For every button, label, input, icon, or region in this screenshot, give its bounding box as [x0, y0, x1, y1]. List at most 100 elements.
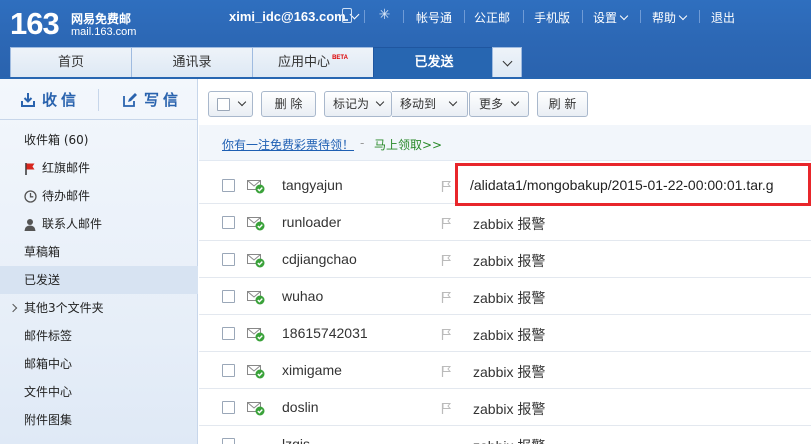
settings-label: 设置 — [593, 11, 618, 25]
folder-label: 联系人邮件 — [42, 217, 103, 231]
mail-sender: lzgjs — [282, 436, 311, 444]
row-checkbox[interactable] — [222, 438, 235, 444]
sent-mail-icon — [247, 254, 265, 268]
row-checkbox[interactable] — [222, 364, 235, 377]
mail-row[interactable]: lzgjs zabbix 报警 — [199, 426, 811, 444]
row-checkbox[interactable] — [222, 327, 235, 340]
flag-outline-icon[interactable] — [441, 180, 452, 192]
mail-row[interactable]: runloader zabbix 报警 — [199, 204, 811, 241]
tab-label: 应用中心 — [278, 55, 331, 70]
mail-row[interactable]: doslin zabbix 报警 — [199, 389, 811, 426]
chevron-down-icon — [678, 11, 688, 21]
tab-home[interactable]: 首页 — [10, 47, 132, 78]
mobile-phone-icon[interactable] — [342, 8, 352, 23]
flag-outline-icon[interactable] — [441, 402, 452, 414]
flag-outline-icon[interactable] — [441, 365, 452, 377]
claim-now-link[interactable]: 马上领取>> — [374, 136, 442, 153]
compose-button[interactable]: 写信 — [122, 89, 192, 111]
folder-label: 邮件标签 — [24, 329, 73, 343]
select-all-dropdown[interactable] — [208, 91, 253, 117]
mail-subject: zabbix 报警 — [473, 436, 545, 444]
sent-mail-icon — [247, 328, 265, 342]
mobile-version-link[interactable]: 手机版 — [534, 9, 570, 26]
mark-as-dropdown[interactable]: 标记为 — [324, 91, 392, 117]
folder-other[interactable]: 其他3个文件夹 — [0, 294, 198, 322]
mail-sender: runloader — [282, 214, 342, 230]
pencil-edit-icon — [123, 93, 137, 107]
flag-outline-icon[interactable] — [441, 328, 452, 340]
tab-app-center[interactable]: 应用中心 BETA — [252, 47, 374, 78]
more-dropdown[interactable]: 更多 — [469, 91, 529, 117]
account-pass-link[interactable]: 帐号通 — [416, 9, 452, 26]
mail-sender: cdjiangchao — [282, 251, 357, 267]
select-all-checkbox[interactable] — [217, 98, 230, 111]
mail-row[interactable]: ximigame zabbix 报警 — [199, 352, 811, 389]
header-divider — [464, 10, 465, 23]
account-email: ximi_idc@163.com — [229, 9, 346, 24]
folder-file-center[interactable]: 文件中心 — [0, 378, 198, 406]
tab-label: 通讯录 — [172, 55, 212, 70]
tab-sent[interactable]: 已发送 — [373, 47, 495, 78]
folder-drafts[interactable]: 草稿箱 — [0, 238, 198, 266]
mail-sender: wuhao — [282, 288, 324, 304]
help-menu[interactable]: 帮助 — [652, 9, 688, 26]
row-checkbox[interactable] — [222, 216, 235, 229]
move-to-dropdown[interactable]: 移动到 — [392, 91, 468, 117]
row-checkbox[interactable] — [222, 401, 235, 414]
mail-subject: zabbix 报警 — [473, 327, 546, 343]
receive-mail-button[interactable]: 收信 — [20, 89, 90, 111]
folder-contacts-mail[interactable]: 联系人邮件 — [0, 210, 198, 238]
sidebar: 收信 写信 收件箱 (60) 红旗邮件 待办邮件 联系人邮件 草稿箱 已发送 其… — [0, 79, 198, 444]
compose-divider — [98, 89, 99, 111]
flag-outline-icon[interactable] — [441, 217, 452, 229]
account-menu[interactable]: ximi_idc@163.com — [229, 9, 360, 24]
download-icon — [21, 93, 35, 107]
header-divider — [523, 10, 524, 23]
folder-label: 附件图集 — [24, 413, 73, 427]
mail-subject: zabbix 报警 — [473, 216, 546, 232]
settings-menu[interactable]: 设置 — [593, 9, 629, 26]
row-checkbox[interactable] — [222, 290, 235, 303]
header-divider — [582, 10, 583, 23]
folder-red-flag[interactable]: 红旗邮件 — [0, 154, 198, 182]
more-label: 更多 — [479, 97, 504, 111]
mail-row[interactable]: cdjiangchao zabbix 报警 — [199, 241, 811, 278]
flag-outline-icon[interactable] — [441, 254, 452, 266]
help-label: 帮助 — [652, 11, 677, 25]
folder-inbox[interactable]: 收件箱 (60) — [0, 126, 198, 154]
mail-subject: /alidata1/mongobakup/2015-01-22-00:00:01… — [470, 177, 774, 193]
mail-row[interactable]: wuhao zabbix 报警 — [199, 278, 811, 315]
folder-label: 已发送 — [24, 273, 61, 287]
tab-more-button[interactable] — [492, 47, 522, 78]
lottery-promo-link[interactable]: 你有一注免费彩票待领！ — [222, 136, 354, 153]
tab-contacts[interactable]: 通讯录 — [131, 47, 253, 78]
mail-sender: doslin — [282, 399, 319, 415]
chevron-down-icon — [375, 97, 385, 107]
folder-mail-tags[interactable]: 邮件标签 — [0, 322, 198, 350]
top-header: 163 网易免费邮 mail.163.com ximi_idc@163.com … — [0, 0, 811, 79]
mail-sender: 18615742031 — [282, 325, 368, 341]
mail-subject: zabbix 报警 — [473, 401, 546, 417]
folder-label: 红旗邮件 — [42, 161, 91, 175]
folder-attachment-gallery[interactable]: 附件图集 — [0, 406, 198, 434]
folder-mailbox-center[interactable]: 邮箱中心 — [0, 350, 198, 378]
mail-row[interactable]: 18615742031 zabbix 报警 — [199, 315, 811, 352]
logo-url: mail.163.com — [71, 26, 137, 38]
clock-icon — [24, 190, 37, 203]
chevron-down-icon — [237, 97, 247, 107]
chevron-down-icon — [448, 97, 458, 107]
sent-mail-icon — [247, 217, 265, 231]
logout-link[interactable]: 退出 — [711, 9, 735, 26]
row-checkbox[interactable] — [222, 253, 235, 266]
red-flag-icon — [25, 163, 35, 175]
sent-mail-icon — [247, 365, 265, 379]
folder-label: 文件中心 — [24, 385, 73, 399]
delete-button[interactable]: 删 除 — [261, 91, 316, 117]
mail-toolbar: 删 除 标记为 移动到 更多 刷 新 — [199, 79, 811, 125]
folder-todo[interactable]: 待办邮件 — [0, 182, 198, 210]
notary-mail-link[interactable]: 公正邮 — [474, 9, 510, 26]
folder-sent[interactable]: 已发送 — [0, 266, 198, 294]
row-checkbox[interactable] — [222, 179, 235, 192]
flag-outline-icon[interactable] — [441, 291, 452, 303]
refresh-button[interactable]: 刷 新 — [537, 91, 588, 117]
